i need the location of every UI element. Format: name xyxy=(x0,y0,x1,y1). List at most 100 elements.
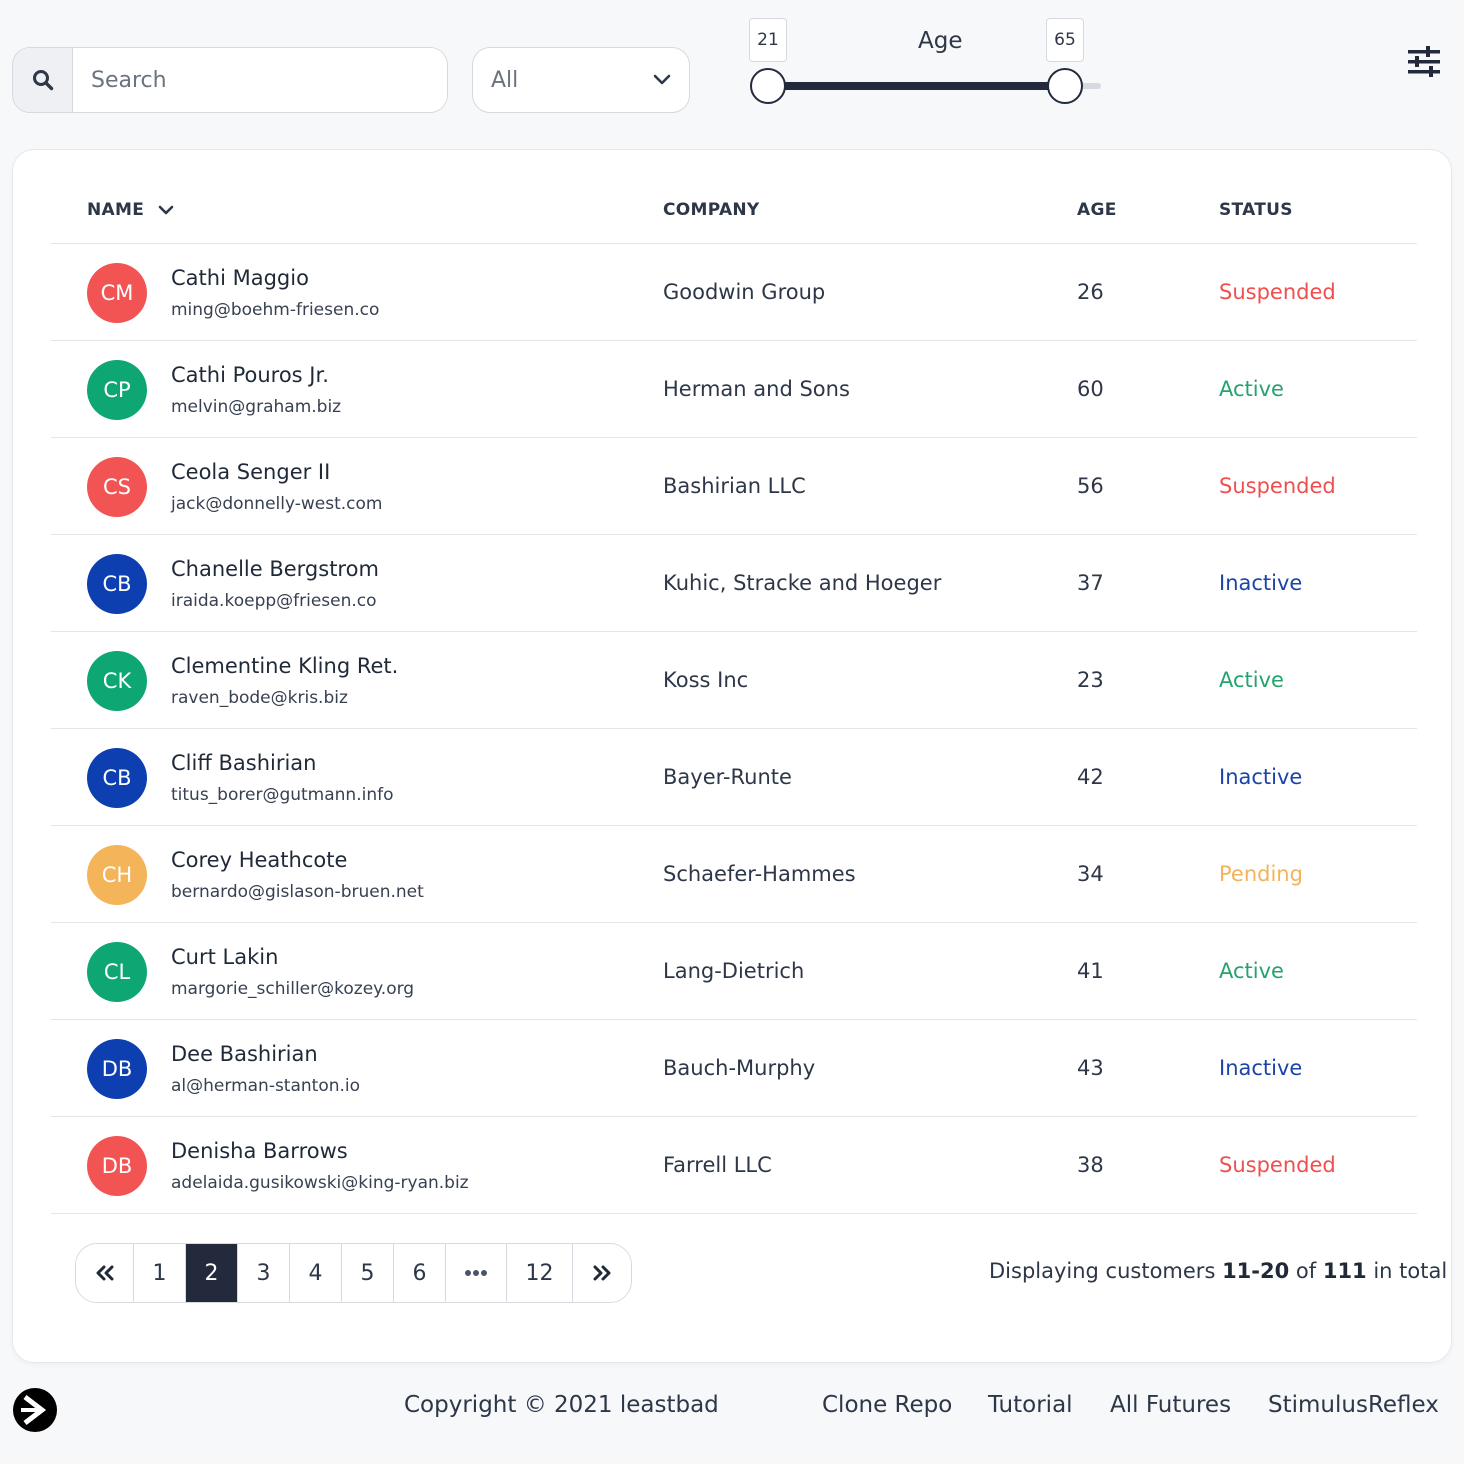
page-button-5[interactable]: 5 xyxy=(342,1244,394,1302)
customer-email: melvin@graham.biz xyxy=(171,397,342,417)
customer-age: 43 xyxy=(1077,1056,1104,1080)
customer-email: raven_bode@kris.biz xyxy=(171,688,348,708)
column-header-name-label: NAME xyxy=(87,200,145,220)
customer-age: 23 xyxy=(1077,668,1104,692)
customer-status: Inactive xyxy=(1219,765,1303,789)
status-filter-select[interactable]: All xyxy=(472,47,690,113)
avatar: CB xyxy=(87,748,147,808)
customer-age: 56 xyxy=(1077,474,1104,498)
customer-email: ming@boehm-friesen.co xyxy=(171,300,380,320)
customer-status: Inactive xyxy=(1219,1056,1303,1080)
double-chevron-left-icon xyxy=(96,1265,113,1281)
avatar: CB xyxy=(87,554,147,614)
search-addon xyxy=(13,48,73,112)
customer-status: Active xyxy=(1219,377,1284,401)
customer-status: Pending xyxy=(1219,862,1303,886)
column-header-status[interactable]: STATUS xyxy=(1219,200,1293,220)
table-row[interactable]: CL Curt Lakin margorie_schiller@kozey.org L… xyxy=(51,923,1417,1020)
search-icon xyxy=(32,70,53,91)
table-row[interactable]: CH Corey Heathcote bernardo@gislason-bruen… xyxy=(51,826,1417,923)
customer-company: Farrell LLC xyxy=(663,1153,772,1177)
search-box xyxy=(12,47,448,113)
table-row[interactable]: CP Cathi Pouros Jr. melvin@graham.biz Herma… xyxy=(51,341,1417,438)
sliders-settings-icon[interactable] xyxy=(1404,44,1444,80)
customer-status: Inactive xyxy=(1219,571,1303,595)
customer-age: 38 xyxy=(1077,1153,1104,1177)
page-button-1[interactable]: 1 xyxy=(134,1244,186,1302)
table-row[interactable]: CS Ceola Senger II jack@donnelly-west.com B… xyxy=(51,438,1417,535)
customer-name: Clementine Kling Ret. xyxy=(171,654,399,678)
customer-age: 42 xyxy=(1077,765,1104,789)
customer-email: adelaida.gusikowski@king-ryan.biz xyxy=(171,1173,469,1193)
summary-total: 111 xyxy=(1322,1259,1367,1283)
customer-company: Schaefer-Hammes xyxy=(663,862,856,886)
slider-range xyxy=(768,82,1065,90)
customer-email: margorie_schiller@kozey.org xyxy=(171,979,415,999)
summary-prefix: Displaying customers xyxy=(989,1259,1223,1283)
ellipsis-icon xyxy=(465,1270,487,1276)
customers-card: NAME COMPANY AGE STATUS CM Cathi Maggio mi… xyxy=(12,149,1452,1363)
customer-email: titus_borer@gutmann.info xyxy=(171,785,394,805)
customer-name: Cathi Pouros Jr. xyxy=(171,363,329,387)
avatar: CH xyxy=(87,845,147,905)
customer-company: Kuhic, Stracke and Hoeger xyxy=(663,571,942,595)
age-min-handle[interactable] xyxy=(750,68,786,104)
customer-company: Bashirian LLC xyxy=(663,474,806,498)
customer-age: 37 xyxy=(1077,571,1104,595)
customer-name: Chanelle Bergstrom xyxy=(171,557,379,581)
avatar: CK xyxy=(87,651,147,711)
customer-email: bernardo@gislason-bruen.net xyxy=(171,882,424,902)
age-max-tooltip: 65 xyxy=(1046,18,1084,62)
summary-suffix: in total xyxy=(1366,1259,1448,1283)
page-button-4[interactable]: 4 xyxy=(290,1244,342,1302)
column-header-name[interactable]: NAME xyxy=(87,200,174,220)
last-page-button[interactable] xyxy=(573,1244,631,1302)
stimulusreflex-logo-icon[interactable] xyxy=(12,1387,58,1433)
table-row[interactable]: CB Chanelle Bergstrom iraida.koepp@friesen… xyxy=(51,535,1417,632)
age-max-handle[interactable] xyxy=(1047,68,1083,104)
customer-status: Active xyxy=(1219,668,1284,692)
age-min-tooltip: 21 xyxy=(749,18,787,62)
footer-link-tutorial[interactable]: Tutorial xyxy=(988,1392,1073,1418)
column-header-company[interactable]: COMPANY xyxy=(663,200,760,220)
customer-name: Denisha Barrows xyxy=(171,1139,348,1163)
age-slider-label: Age xyxy=(918,28,963,54)
ellipsis-button[interactable] xyxy=(446,1244,507,1302)
pagination: 1 2 3 4 5 6 12 xyxy=(75,1243,632,1303)
customer-company: Herman and Sons xyxy=(663,377,850,401)
age-range-slider: 21 Age 65 xyxy=(740,14,1120,114)
page-button-12[interactable]: 12 xyxy=(507,1244,573,1302)
table-row[interactable]: CB Cliff Bashirian titus_borer@gutmann.inf… xyxy=(51,729,1417,826)
customer-name: Ceola Senger II xyxy=(171,460,331,484)
summary-middle: of xyxy=(1289,1259,1323,1283)
table-row[interactable]: DB Dee Bashirian al@herman-stanton.io Bauch… xyxy=(51,1020,1417,1117)
avatar: DB xyxy=(87,1039,147,1099)
table-row[interactable]: CM Cathi Maggio ming@boehm-friesen.co Goodw… xyxy=(51,244,1417,341)
page-button-3[interactable]: 3 xyxy=(238,1244,290,1302)
footer-link-all-futures[interactable]: All Futures xyxy=(1110,1392,1231,1418)
avatar: CP xyxy=(87,360,147,420)
footer-link-stimulusreflex[interactable]: StimulusReflex xyxy=(1268,1392,1439,1418)
first-page-button[interactable] xyxy=(76,1244,134,1302)
page-button-6[interactable]: 6 xyxy=(394,1244,446,1302)
summary-range: 11-20 xyxy=(1222,1259,1290,1283)
customer-age: 26 xyxy=(1077,280,1104,304)
search-input[interactable] xyxy=(73,48,447,112)
customer-status: Active xyxy=(1219,959,1284,983)
results-summary: Displaying customers 11-20 of 111 in tot… xyxy=(989,1259,1447,1283)
customer-name: Dee Bashirian xyxy=(171,1042,318,1066)
customer-company: Goodwin Group xyxy=(663,280,826,304)
table-header: NAME COMPANY AGE STATUS xyxy=(51,150,1417,244)
customer-company: Bauch-Murphy xyxy=(663,1056,816,1080)
table-row[interactable]: CK Clementine Kling Ret. raven_bode@kris.b… xyxy=(51,632,1417,729)
customer-name: Curt Lakin xyxy=(171,945,279,969)
sort-chevron-down-icon[interactable] xyxy=(158,205,174,216)
footer-link-clone-repo[interactable]: Clone Repo xyxy=(822,1392,952,1418)
column-header-age[interactable]: AGE xyxy=(1077,200,1117,220)
avatar: DB xyxy=(87,1136,147,1196)
customer-status: Suspended xyxy=(1219,1153,1336,1177)
page-button-2-current[interactable]: 2 xyxy=(186,1244,238,1302)
avatar: CM xyxy=(87,263,147,323)
table-row[interactable]: DB Denisha Barrows adelaida.gusikowski@kin… xyxy=(51,1117,1417,1214)
customer-status: Suspended xyxy=(1219,280,1336,304)
